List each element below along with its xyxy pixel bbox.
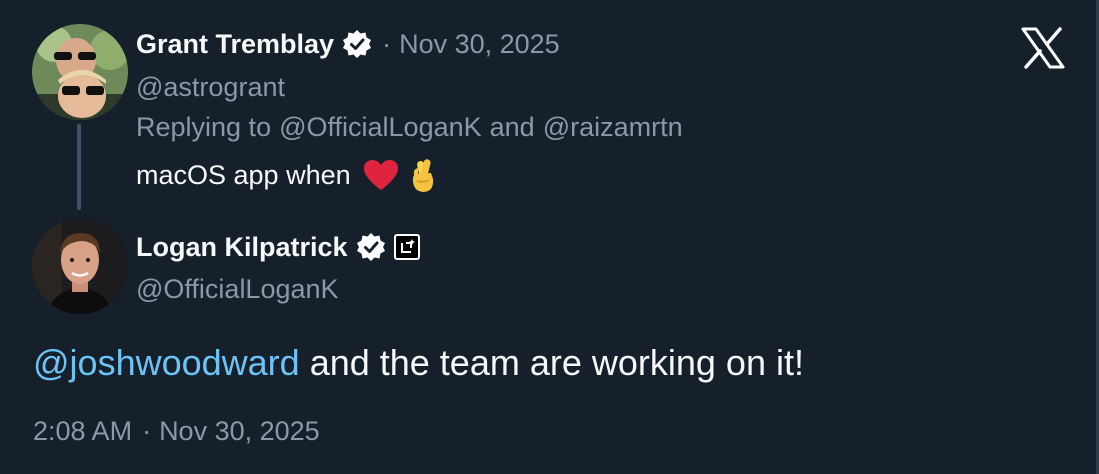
main-body: @joshwoodward and the team are working o… bbox=[33, 340, 804, 386]
thread-line bbox=[77, 124, 81, 210]
reply-body: macOS app when bbox=[136, 156, 437, 194]
replying-to: Replying to @OfficialLoganK and @raizamr… bbox=[136, 110, 683, 144]
author-handle[interactable]: @OfficialLoganK bbox=[136, 274, 339, 305]
red-heart-icon bbox=[363, 160, 398, 190]
replying-to-label: Replying to bbox=[136, 111, 272, 142]
reply-mention-1[interactable]: @OfficialLoganK bbox=[279, 112, 482, 143]
verified-badge-icon bbox=[343, 30, 372, 58]
reply-text: macOS app when bbox=[136, 159, 351, 190]
affiliate-badge-icon[interactable] bbox=[393, 234, 420, 260]
x-logo-icon[interactable] bbox=[1021, 27, 1065, 69]
verified-badge-icon bbox=[356, 233, 385, 261]
avatar-grant[interactable] bbox=[32, 24, 128, 120]
avatar-logan[interactable] bbox=[32, 218, 128, 314]
tweet-date[interactable]: Nov 30, 2025 bbox=[399, 29, 560, 60]
timestamp-row: 2:08 AM · Nov 30, 2025 bbox=[33, 414, 320, 448]
handle-row: @astrogrant bbox=[136, 70, 285, 104]
crossed-fingers-icon bbox=[412, 159, 433, 192]
separator-dot: · bbox=[382, 28, 392, 59]
separator-dot: · bbox=[142, 415, 152, 446]
handle-row: @OfficialLoganK bbox=[136, 272, 339, 306]
main-header: Logan Kilpatrick bbox=[136, 230, 420, 264]
author-name[interactable]: Grant Tremblay bbox=[136, 29, 334, 60]
reply-mention-2[interactable]: @raizamrtn bbox=[543, 112, 683, 143]
tweet-time[interactable]: 2:08 AM bbox=[33, 416, 132, 447]
main-text: and the team are working on it! bbox=[299, 342, 804, 383]
mention-link[interactable]: @joshwoodward bbox=[33, 342, 300, 383]
author-name[interactable]: Logan Kilpatrick bbox=[136, 232, 348, 263]
author-handle[interactable]: @astrogrant bbox=[136, 72, 285, 103]
tweet-date[interactable]: Nov 30, 2025 bbox=[159, 416, 320, 447]
replying-and: and bbox=[489, 111, 535, 142]
reply-header: Grant Tremblay · Nov 30, 2025 bbox=[136, 27, 560, 61]
